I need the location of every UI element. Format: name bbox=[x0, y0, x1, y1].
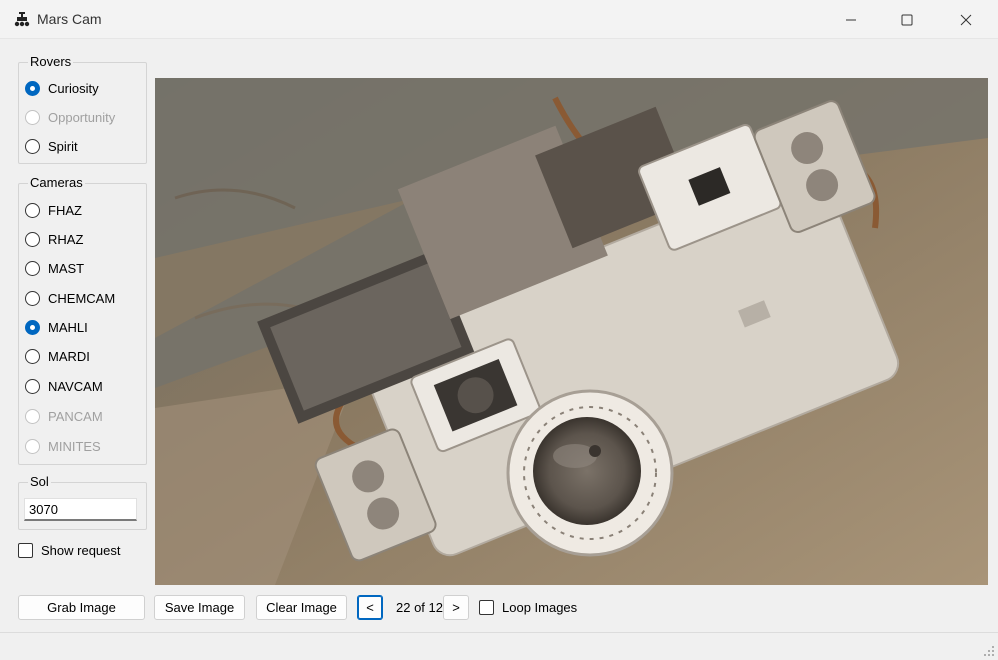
rover-radio-spirit[interactable]: Spirit bbox=[25, 136, 78, 156]
maximize-icon bbox=[901, 14, 913, 25]
minimize-button[interactable] bbox=[828, 0, 874, 39]
title-bar: Mars Cam bbox=[0, 0, 998, 39]
camera-radio-chemcam[interactable]: CHEMCAM bbox=[25, 288, 115, 308]
rover-app-icon bbox=[14, 12, 30, 27]
camera-label-mahli: MAHLI bbox=[48, 319, 88, 335]
camera-label-chemcam: CHEMCAM bbox=[48, 290, 116, 306]
rover-label-spirit: Spirit bbox=[48, 138, 78, 154]
rover-image-panel bbox=[155, 78, 988, 585]
radio-circle bbox=[25, 260, 40, 276]
camera-label-navcam: NAVCAM bbox=[48, 378, 103, 394]
rover-radio-curiosity[interactable]: Curiosity bbox=[25, 78, 99, 98]
clear-image-button[interactable]: Clear Image bbox=[256, 595, 347, 620]
close-button[interactable] bbox=[943, 0, 989, 39]
close-icon bbox=[960, 14, 972, 25]
radio-circle bbox=[25, 348, 40, 364]
checkbox-box bbox=[479, 599, 494, 615]
rovers-group-label: Rovers bbox=[28, 54, 74, 69]
loop-images-label: Loop Images bbox=[502, 599, 578, 615]
radio-circle bbox=[25, 109, 40, 125]
image-counter: 22 of 12 bbox=[396, 600, 443, 615]
camera-label-minites: MINITES bbox=[48, 438, 101, 454]
window-title: Mars Cam bbox=[37, 11, 102, 27]
grab-image-button[interactable]: Grab Image bbox=[18, 595, 145, 620]
status-bar bbox=[0, 632, 998, 660]
camera-radio-rhaz[interactable]: RHAZ bbox=[25, 229, 83, 249]
rover-radio-opportunity: Opportunity bbox=[25, 107, 115, 127]
camera-label-pancam: PANCAM bbox=[48, 408, 103, 424]
rover-label-opportunity: Opportunity bbox=[48, 109, 116, 125]
camera-radio-fhaz[interactable]: FHAZ bbox=[25, 200, 82, 220]
cameras-group-label: Cameras bbox=[28, 175, 85, 190]
camera-radio-mardi[interactable]: MARDI bbox=[25, 346, 90, 366]
minimize-icon bbox=[846, 19, 856, 20]
camera-radio-pancam: PANCAM bbox=[25, 406, 103, 426]
camera-radio-mast[interactable]: MAST bbox=[25, 258, 84, 278]
camera-radio-minites: MINITES bbox=[25, 436, 101, 456]
show-request-checkbox[interactable]: Show request bbox=[18, 540, 121, 560]
rover-photo-image bbox=[155, 78, 988, 585]
radio-circle bbox=[25, 202, 40, 218]
show-request-label: Show request bbox=[41, 542, 121, 558]
camera-label-rhaz: RHAZ bbox=[48, 231, 84, 247]
sol-group-label: Sol bbox=[28, 474, 51, 489]
resize-grip-icon[interactable] bbox=[983, 645, 995, 657]
camera-label-mast: MAST bbox=[48, 260, 85, 276]
previous-image-button[interactable]: < bbox=[357, 595, 383, 620]
radio-circle bbox=[25, 80, 40, 96]
radio-circle bbox=[25, 408, 40, 424]
checkbox-box bbox=[18, 542, 33, 558]
camera-radio-navcam[interactable]: NAVCAM bbox=[25, 376, 103, 396]
radio-circle bbox=[25, 231, 40, 247]
sol-input[interactable]: 3070 bbox=[24, 498, 137, 521]
loop-images-checkbox[interactable]: Loop Images bbox=[479, 597, 577, 617]
radio-circle bbox=[25, 438, 40, 454]
radio-circle bbox=[25, 290, 40, 306]
camera-label-fhaz: FHAZ bbox=[48, 202, 82, 218]
rover-label-curiosity: Curiosity bbox=[48, 80, 99, 96]
maximize-button[interactable] bbox=[884, 0, 930, 39]
camera-radio-mahli[interactable]: MAHLI bbox=[25, 317, 88, 337]
next-image-button[interactable]: > bbox=[443, 595, 469, 620]
save-image-button[interactable]: Save Image bbox=[154, 595, 245, 620]
radio-circle bbox=[25, 378, 40, 394]
radio-circle bbox=[25, 138, 40, 154]
radio-circle bbox=[25, 319, 40, 335]
camera-label-mardi: MARDI bbox=[48, 348, 90, 364]
